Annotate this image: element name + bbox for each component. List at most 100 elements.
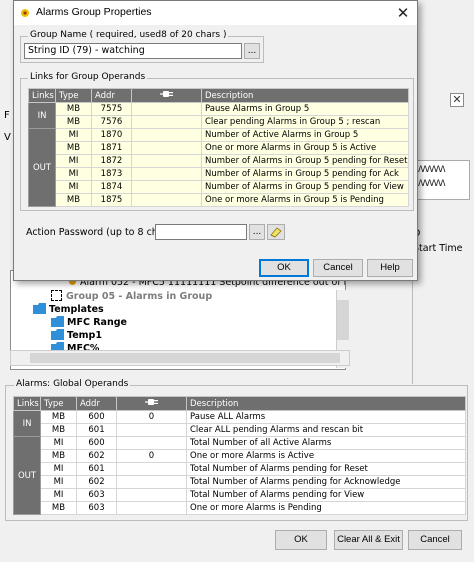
cell-addr: 7576 bbox=[91, 115, 132, 129]
cancel-button[interactable]: Cancel bbox=[313, 259, 363, 277]
table-row[interactable]: MI 602 Total Number of Alarms pending fo… bbox=[14, 475, 466, 489]
cell-type: MB bbox=[55, 102, 92, 116]
table-row[interactable]: MI 601 Total Number of Alarms pending fo… bbox=[14, 462, 466, 476]
tree-row-template-item[interactable]: MFC Range bbox=[51, 316, 127, 328]
cell-type: MI bbox=[55, 154, 92, 168]
table-row[interactable]: OUT MI 600 Total Number of all Active Al… bbox=[13, 436, 466, 515]
start-time-label: Start Time bbox=[413, 243, 463, 254]
column-link bbox=[131, 88, 202, 103]
cell-value bbox=[116, 436, 187, 450]
cell-value bbox=[116, 488, 187, 502]
table-row[interactable]: MB 7576 Clear pending Alarms in Group 5 … bbox=[29, 115, 409, 129]
table-row[interactable]: MB 603 One or more Alarms is Pending bbox=[14, 501, 466, 515]
cell-value bbox=[131, 180, 202, 194]
action-password-input[interactable] bbox=[155, 224, 247, 240]
table-row[interactable]: OUT MI 1870 Number of Active Alarms in G… bbox=[28, 128, 409, 207]
template-icon bbox=[51, 329, 64, 340]
alarms-group-properties-dialog: Alarms Group Properties ✕ Group Name ( r… bbox=[13, 0, 418, 281]
cell-description: One or more Alarms in Group 5 is Active bbox=[201, 141, 409, 155]
eraser-icon bbox=[270, 227, 282, 238]
group-icon bbox=[51, 290, 62, 301]
cell-value bbox=[131, 102, 202, 116]
tree-vertical-scroll-thumb[interactable] bbox=[337, 300, 349, 340]
group-name-input[interactable]: String ID (79) - watching bbox=[24, 43, 242, 59]
out-group-label: OUT bbox=[28, 128, 56, 207]
tree-row-templates[interactable]: Templates bbox=[33, 303, 104, 315]
table-row[interactable]: MB 1875 One or more Alarms in Group 5 is… bbox=[29, 193, 409, 207]
alarm-bell-icon bbox=[21, 9, 29, 17]
cell-addr: 1870 bbox=[91, 128, 132, 142]
background-right-panel bbox=[412, 88, 474, 384]
table-row[interactable]: MI 1872 Number of Alarms in Group 5 pend… bbox=[29, 154, 409, 168]
table-row[interactable]: IN MB 7575 Pause Alarms in Group 5 bbox=[28, 102, 409, 129]
cell-type: MB bbox=[40, 410, 77, 424]
cell-type: MB bbox=[55, 193, 92, 207]
in-group-label: IN bbox=[28, 102, 56, 129]
link-plug-icon bbox=[144, 399, 158, 405]
cell-description: Total Number of Alarms pending for View bbox=[186, 488, 466, 502]
cell-description: One or more Alarms in Group 5 is Pending bbox=[201, 193, 409, 207]
password-browse-button[interactable]: ... bbox=[249, 224, 265, 240]
table-row[interactable]: MI 1874 Number of Alarms in Group 5 pend… bbox=[29, 180, 409, 194]
cell-type: MI bbox=[40, 436, 77, 450]
column-links: Links bbox=[13, 396, 41, 411]
folder-icon bbox=[33, 303, 46, 314]
ok-button[interactable]: OK bbox=[259, 259, 309, 277]
ok-button[interactable]: OK bbox=[275, 530, 327, 550]
cell-type: MI bbox=[40, 488, 77, 502]
cell-type: MB bbox=[40, 501, 77, 515]
cell-addr: 600 bbox=[76, 436, 117, 450]
cell-type: MI bbox=[40, 462, 77, 476]
group-name-browse-button[interactable]: ... bbox=[244, 43, 260, 59]
tree-row-group[interactable]: Group 05 - Alarms in Group bbox=[51, 290, 212, 302]
cell-addr: 1873 bbox=[91, 167, 132, 181]
table-row[interactable]: IN MB 600 0 Pause ALL Alarms bbox=[13, 410, 466, 437]
cell-description: Pause Alarms in Group 5 bbox=[201, 102, 409, 116]
cell-description: Number of Alarms in Group 5 pending for … bbox=[201, 180, 409, 194]
cell-addr: 601 bbox=[76, 423, 117, 437]
global-operands-table: Links Type Addr Description IN MB 600 0 … bbox=[13, 396, 466, 515]
cell-value bbox=[131, 193, 202, 207]
cell-addr: 1872 bbox=[91, 154, 132, 168]
cell-description: Total Number of all Active Alarms bbox=[186, 436, 466, 450]
clear-all-exit-button[interactable]: Clear All & Exit bbox=[334, 530, 403, 550]
cell-value bbox=[116, 462, 187, 476]
help-button[interactable]: Help bbox=[367, 259, 413, 277]
tree-row-template-item[interactable]: Temp1 bbox=[51, 329, 102, 341]
table-row[interactable]: MI 1873 Number of Alarms in Group 5 pend… bbox=[29, 167, 409, 181]
cell-value bbox=[131, 141, 202, 155]
tree-horizontal-scroll-thumb[interactable] bbox=[30, 353, 340, 363]
cell-description: Number of Active Alarms in Group 5 bbox=[201, 128, 409, 142]
global-operands-label: Alarms: Global Operands bbox=[14, 379, 131, 389]
cell-addr: 602 bbox=[76, 449, 117, 463]
cell-addr: 1874 bbox=[91, 180, 132, 194]
table-row[interactable]: MB 602 0 One or more Alarms is Active bbox=[14, 449, 466, 463]
group-name-label: Group Name ( required, used8 of 20 chars… bbox=[28, 30, 229, 40]
template-icon bbox=[51, 316, 64, 327]
cancel-button[interactable]: Cancel bbox=[408, 530, 462, 550]
cell-addr: 601 bbox=[76, 462, 117, 476]
table-row[interactable]: MI 603 Total Number of Alarms pending fo… bbox=[14, 488, 466, 502]
links-group-label: Links for Group Operands bbox=[28, 72, 148, 82]
menu-letter-v[interactable]: V bbox=[4, 132, 11, 143]
cell-value bbox=[131, 154, 202, 168]
table-row[interactable]: MB 1871 One or more Alarms in Group 5 is… bbox=[29, 141, 409, 155]
cell-type: MI bbox=[40, 475, 77, 489]
cell-value bbox=[131, 115, 202, 129]
eraser-button[interactable] bbox=[267, 224, 285, 240]
column-description: Description bbox=[201, 88, 409, 103]
cell-description: One or more Alarms is Pending bbox=[186, 501, 466, 515]
cell-description: Number of Alarms in Group 5 pending for … bbox=[201, 167, 409, 181]
cell-description: Number of Alarms in Group 5 pending for … bbox=[201, 154, 409, 168]
close-icon[interactable]: ✕ bbox=[392, 3, 414, 23]
waveform-text: ΛΛΛΛΛΛ bbox=[418, 165, 446, 175]
cell-description: Pause ALL Alarms bbox=[186, 410, 466, 424]
background-close-icon[interactable]: ✕ bbox=[450, 93, 464, 107]
menu-letter-f[interactable]: F bbox=[4, 110, 10, 121]
cell-type: MI bbox=[55, 167, 92, 181]
table-row[interactable]: MB 601 Clear ALL pending Alarms and resc… bbox=[14, 423, 466, 437]
cell-value bbox=[116, 475, 187, 489]
cell-value: 0 bbox=[116, 410, 187, 424]
waveform-text: ΛΛΛΛΛΛ bbox=[418, 179, 446, 189]
cell-value: 0 bbox=[116, 449, 187, 463]
